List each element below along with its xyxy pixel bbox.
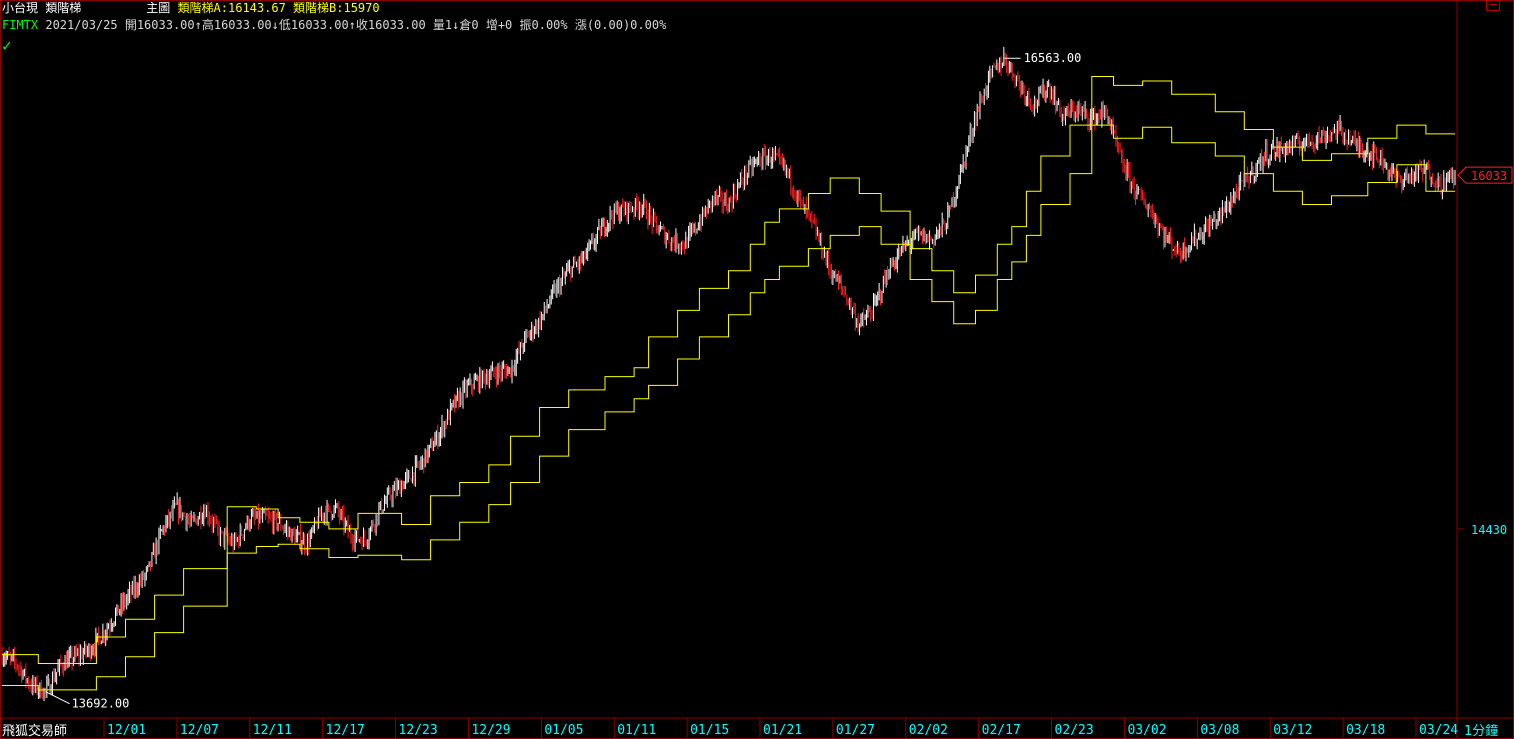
x-tick-label: 01/21 xyxy=(763,723,802,738)
x-tick-label: 02/02 xyxy=(909,723,948,738)
candles-layer xyxy=(1,46,1456,701)
x-tick-label: 12/07 xyxy=(180,723,219,738)
y-axis-label: 14430 xyxy=(1471,523,1507,537)
low-marker-line xyxy=(45,691,70,705)
x-tick-label: 03/24 xyxy=(1419,723,1458,738)
low-label: 13692.00 xyxy=(72,697,130,711)
ladder-a-line xyxy=(2,76,1455,664)
ladder-lines-layer xyxy=(2,76,1455,691)
x-tick-label: 03/12 xyxy=(1273,723,1312,738)
x-tick-label: 01/15 xyxy=(690,723,729,738)
x-tick-label: 02/23 xyxy=(1055,723,1094,738)
last-price-label: 16033 xyxy=(1471,169,1507,183)
x-tick-label: 01/05 xyxy=(544,723,583,738)
brand-label: 飛狐交易師 xyxy=(2,724,68,739)
x-tick-label: 03/08 xyxy=(1200,723,1239,738)
x-tick-label: 03/02 xyxy=(1127,723,1166,738)
x-tick-label: 12/17 xyxy=(326,723,365,738)
candlestick-chart[interactable]: 16563.00 13692.00 16033 14430 12/01 12/07 12/… xyxy=(0,0,1514,739)
x-tick-label: 03/18 xyxy=(1346,723,1385,738)
x-tick-label: 12/11 xyxy=(253,723,292,738)
annotations-layer: 16563.00 13692.00 xyxy=(45,51,1082,711)
x-tick-label: 01/11 xyxy=(617,723,656,738)
x-tick-label: 02/17 xyxy=(982,723,1021,738)
ladder-b-line xyxy=(2,124,1455,691)
high-label: 16563.00 xyxy=(1024,51,1082,65)
x-tick-label: 12/01 xyxy=(107,723,146,738)
x-tick-label: 01/27 xyxy=(836,723,875,738)
x-tick-label: 12/29 xyxy=(471,723,510,738)
axes-layer: 16033 14430 12/01 12/07 12/11 12/17 12/23 12/29… xyxy=(0,0,1514,739)
x-tick-label: 12/23 xyxy=(399,723,438,738)
timeframe-label[interactable]: 1分鐘 xyxy=(1464,720,1498,739)
